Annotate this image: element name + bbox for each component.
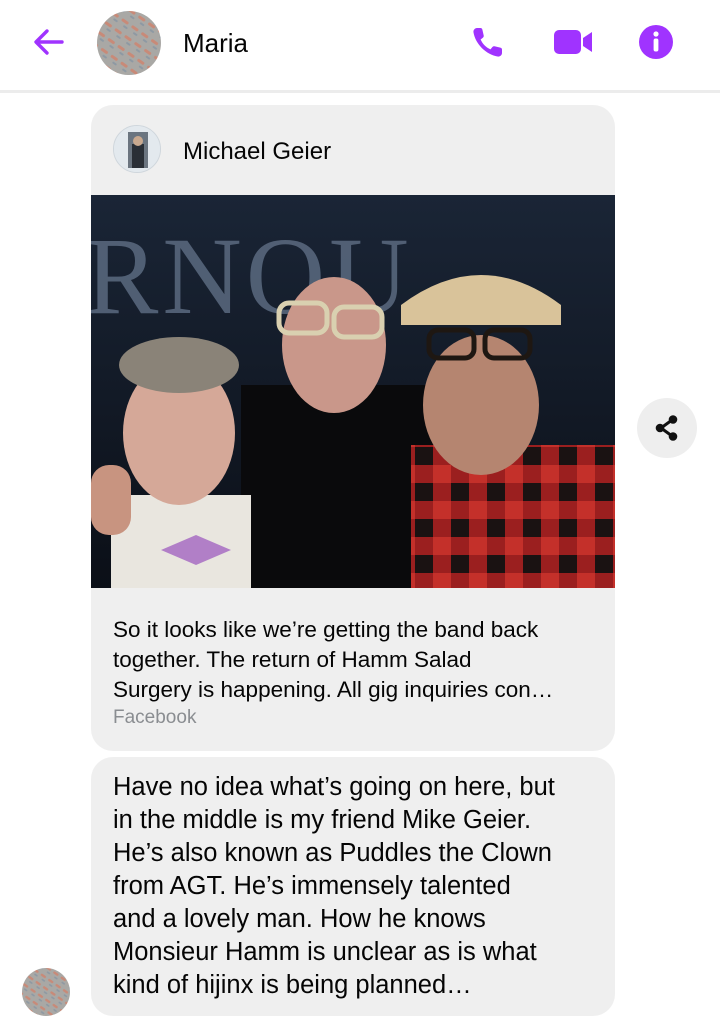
call-button[interactable] <box>468 22 508 62</box>
message-line: in the middle is my friend Mike Geier. <box>113 806 532 834</box>
message-line: kind of hijinx is being planned… <box>113 971 472 999</box>
author-avatar <box>113 125 161 173</box>
sender-avatar[interactable] <box>22 968 70 1016</box>
video-call-button[interactable] <box>552 22 592 62</box>
post-preview-line: Surgery is happening. All gig inquiries … <box>113 677 554 702</box>
share-button[interactable] <box>637 398 697 458</box>
info-icon <box>639 25 673 59</box>
post-preview-line: together. The return of Hamm Salad <box>113 647 472 672</box>
video-camera-icon <box>554 30 592 54</box>
message-line: from AGT. He’s immensely talented <box>113 872 511 900</box>
message-line: He’s also known as Puddles the Clown <box>113 839 552 867</box>
post-photo[interactable]: RNOU <box>91 195 615 588</box>
message-text: Have no idea what’s going on here, but i… <box>113 771 603 1002</box>
info-button[interactable] <box>636 22 676 62</box>
post-source: Facebook <box>113 707 197 728</box>
contact-name[interactable]: Maria <box>183 28 248 58</box>
back-button[interactable] <box>28 22 68 62</box>
message-line: Have no idea what’s going on here, but <box>113 773 555 801</box>
arrow-left-icon <box>34 29 64 55</box>
shared-post-card[interactable]: Michael Geier RNOU So it looks like we’r… <box>91 105 615 751</box>
header-divider <box>0 90 720 93</box>
conversation-header: Maria <box>0 0 720 90</box>
post-preview-text: So it looks like we’re getting the band … <box>113 615 603 705</box>
contact-avatar[interactable] <box>97 11 161 75</box>
share-icon <box>655 415 678 441</box>
message-line: Monsieur Hamm is unclear as is what <box>113 938 537 966</box>
post-preview-line: So it looks like we’re getting the band … <box>113 617 539 642</box>
message-bubble[interactable]: Have no idea what’s going on here, but i… <box>91 757 615 1016</box>
post-author-name: Michael Geier <box>183 138 332 165</box>
post-author-row: Michael Geier <box>91 105 615 195</box>
message-line: and a lovely man. How he knows <box>113 905 486 933</box>
phone-icon <box>473 28 502 57</box>
